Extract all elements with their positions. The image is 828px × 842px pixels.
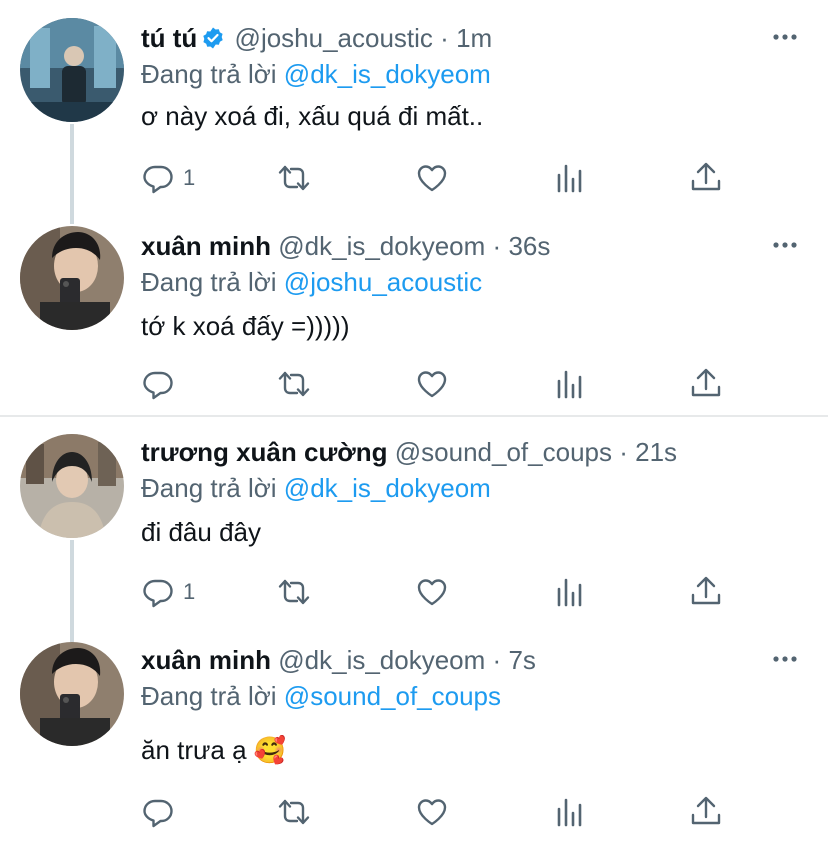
tweet-text: ăn trưa ạ 🥰: [141, 735, 287, 765]
heart-icon: [417, 165, 447, 192]
replying-to: Đang trả lời @sound_of_coups: [141, 678, 501, 714]
reply-count: 1: [183, 165, 196, 190]
replying-to-mention[interactable]: @dk_is_dokyeom: [284, 473, 491, 503]
tweet-text: đi đâu đây: [141, 517, 261, 547]
user-handle[interactable]: @dk_is_dokyeom: [278, 645, 485, 675]
replying-to-mention[interactable]: @sound_of_coups: [284, 681, 501, 711]
user-handle[interactable]: @sound_of_coups: [395, 437, 612, 467]
tweet-text: tớ k xoá đấy =))))): [141, 311, 350, 341]
tweet-text: ơ này xoá đi, xấu quá đi mất..: [141, 101, 484, 131]
avatar[interactable]: [20, 18, 124, 122]
tweet-1[interactable]: tú tú @joshu_acoustic · 1m Đang trả lời …: [0, 0, 828, 224]
separator-dot: ·: [492, 231, 502, 261]
retweet-icon: [278, 165, 310, 191]
avatar[interactable]: [20, 642, 124, 746]
timestamp[interactable]: 7s: [508, 645, 535, 675]
share-button[interactable]: [689, 572, 723, 612]
separator-dot: ·: [619, 437, 628, 467]
replying-to: Đang trả lời @dk_is_dokyeom: [141, 56, 491, 92]
more-options-icon[interactable]: [770, 230, 800, 260]
replying-to-mention[interactable]: @joshu_acoustic: [284, 267, 482, 297]
replying-to-mention[interactable]: @dk_is_dokyeom: [284, 59, 491, 89]
timestamp[interactable]: 1m: [456, 23, 492, 53]
separator-dot: ·: [492, 645, 502, 675]
reply-count: 1: [183, 579, 196, 604]
share-button[interactable]: [689, 364, 723, 404]
reply-button[interactable]: [141, 792, 183, 832]
reply-button[interactable]: 1: [141, 158, 195, 198]
analytics-button[interactable]: [553, 792, 587, 832]
tweet-header: xuân minh @dk_is_dokyeom · 36s: [141, 228, 550, 264]
replying-prefix: Đang trả lời: [141, 681, 277, 711]
share-button[interactable]: [689, 792, 723, 832]
retweet-icon: [278, 799, 310, 825]
share-icon: [691, 796, 721, 825]
replying-to: Đang trả lời @joshu_acoustic: [141, 264, 482, 300]
like-button[interactable]: [415, 572, 449, 612]
analytics-icon: [557, 578, 582, 607]
reply-button[interactable]: [141, 364, 183, 404]
replying-prefix: Đang trả lời: [141, 59, 277, 89]
reply-icon: [143, 371, 173, 400]
heart-icon: [417, 579, 447, 606]
user-handle[interactable]: @joshu_acoustic: [235, 23, 433, 53]
analytics-icon: [557, 164, 582, 193]
tweet-header: xuân minh @dk_is_dokyeom · 7s: [141, 642, 536, 678]
retweet-button[interactable]: [277, 792, 311, 832]
display-name[interactable]: xuân minh: [141, 645, 271, 675]
heart-icon: [417, 371, 447, 398]
retweet-icon: [278, 579, 310, 605]
display-name[interactable]: tú tú: [141, 23, 197, 53]
analytics-icon: [557, 798, 582, 827]
timestamp[interactable]: 36s: [508, 231, 550, 261]
share-button[interactable]: [689, 158, 723, 198]
heart-icon: [417, 799, 447, 826]
retweet-button[interactable]: [277, 572, 311, 612]
share-icon: [691, 576, 721, 605]
tweet-actions: 1: [141, 572, 741, 612]
separator-dot: ·: [440, 23, 449, 53]
reply-button[interactable]: 1: [141, 572, 195, 612]
avatar[interactable]: [20, 434, 124, 538]
reply-icon: [143, 799, 173, 828]
tweet-4[interactable]: xuân minh @dk_is_dokyeom · 7s Đang trả l…: [0, 622, 828, 842]
tweet-header: tú tú @joshu_acoustic · 1m: [141, 20, 492, 56]
tweet-header: trương xuân cường @sound_of_coups · 21s: [141, 434, 677, 470]
replying-to: Đang trả lời @dk_is_dokyeom: [141, 470, 491, 506]
user-handle[interactable]: @dk_is_dokyeom: [278, 231, 485, 261]
tweet-actions: [141, 364, 741, 404]
tweet-3[interactable]: trương xuân cường @sound_of_coups · 21s …: [0, 416, 828, 644]
tweet-actions: [141, 792, 741, 832]
avatar[interactable]: [20, 226, 124, 330]
tweet-actions: 1: [141, 158, 741, 198]
display-name[interactable]: trương xuân cường: [141, 437, 388, 467]
display-name[interactable]: xuân minh: [141, 231, 271, 261]
timestamp[interactable]: 21s: [635, 437, 677, 467]
reply-icon: [143, 165, 173, 194]
share-icon: [691, 162, 721, 191]
analytics-button[interactable]: [553, 158, 587, 198]
more-options-icon[interactable]: [770, 644, 800, 674]
like-button[interactable]: [415, 364, 449, 404]
analytics-icon: [557, 370, 582, 399]
like-button[interactable]: [415, 158, 449, 198]
replying-prefix: Đang trả lời: [141, 267, 277, 297]
retweet-button[interactable]: [277, 364, 311, 404]
replying-prefix: Đang trả lời: [141, 473, 277, 503]
verified-badge-icon: [201, 23, 225, 49]
like-button[interactable]: [415, 792, 449, 832]
reply-icon: [143, 579, 173, 608]
more-options-icon[interactable]: [770, 22, 800, 52]
share-icon: [691, 368, 721, 397]
analytics-button[interactable]: [553, 364, 587, 404]
retweet-icon: [278, 371, 310, 397]
tweet-2[interactable]: xuân minh @dk_is_dokyeom · 36s Đang trả …: [0, 206, 828, 416]
analytics-button[interactable]: [553, 572, 587, 612]
retweet-button[interactable]: [277, 158, 311, 198]
